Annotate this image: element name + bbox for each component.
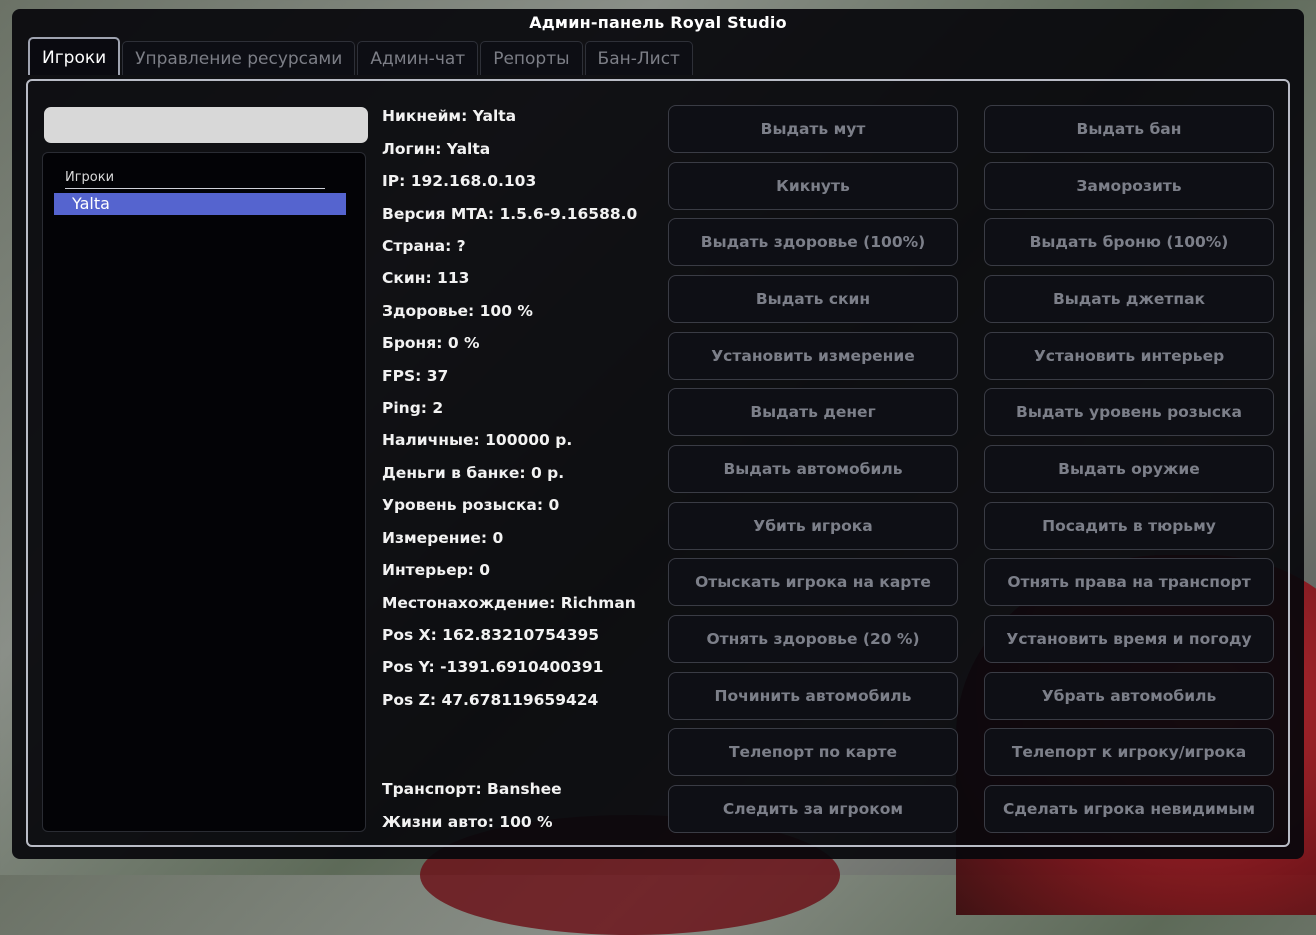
set-interior-button[interactable]: Установить интерьер <box>984 332 1274 380</box>
tab-bar: Игроки Управление ресурсами Админ-чат Ре… <box>28 37 693 75</box>
tab-resources[interactable]: Управление ресурсами <box>122 41 356 75</box>
kick-button[interactable]: Кикнуть <box>668 162 958 210</box>
info-vehicle-health: Жизни авто: 100 % <box>382 813 553 831</box>
info-interior: Интерьер: 0 <box>382 561 491 579</box>
player-search-input[interactable] <box>44 107 368 143</box>
info-pos-z: Pos Z: 47.678119659424 <box>382 691 599 709</box>
info-nickname: Никнейм: Yalta <box>382 107 517 125</box>
give-armor-button[interactable]: Выдать броню (100%) <box>984 218 1274 266</box>
take-health-button[interactable]: Отнять здоровье (20 %) <box>668 615 958 663</box>
freeze-button[interactable]: Заморозить <box>984 162 1274 210</box>
info-health: Здоровье: 100 % <box>382 302 533 320</box>
info-bank: Деньги в банке: 0 р. <box>382 464 565 482</box>
kill-player-button[interactable]: Убить игрока <box>668 502 958 550</box>
give-wanted-level-button[interactable]: Выдать уровень розыска <box>984 388 1274 436</box>
player-list-header: Игроки <box>65 170 325 189</box>
spectate-player-button[interactable]: Следить за игроком <box>668 785 958 833</box>
set-dimension-button[interactable]: Установить измерение <box>668 332 958 380</box>
info-mta-version: Версия MTA: 1.5.6-9.16588.0 <box>382 205 638 223</box>
give-vehicle-button[interactable]: Выдать автомобиль <box>668 445 958 493</box>
give-jetpack-button[interactable]: Выдать джетпак <box>984 275 1274 323</box>
revoke-license-button[interactable]: Отнять права на транспорт <box>984 558 1274 606</box>
give-mute-button[interactable]: Выдать мут <box>668 105 958 153</box>
info-ping: Ping: 2 <box>382 399 444 417</box>
admin-panel-window: Админ-панель Royal Studio Игроки Управле… <box>12 9 1304 859</box>
find-player-on-map-button[interactable]: Отыскать игрока на карте <box>668 558 958 606</box>
info-wanted-level: Уровень розыска: 0 <box>382 496 560 514</box>
info-pos-y: Pos Y: -1391.6910400391 <box>382 658 604 676</box>
info-ip: IP: 192.168.0.103 <box>382 172 537 190</box>
tab-players[interactable]: Игроки <box>28 37 121 75</box>
repair-vehicle-button[interactable]: Починить автомобиль <box>668 672 958 720</box>
tab-ban-list[interactable]: Бан-Лист <box>584 41 693 75</box>
teleport-map-button[interactable]: Телепорт по карте <box>668 728 958 776</box>
info-login: Логин: Yalta <box>382 140 491 158</box>
make-invisible-button[interactable]: Сделать игрока невидимым <box>984 785 1274 833</box>
info-country: Страна: ? <box>382 237 466 255</box>
tab-admin-chat[interactable]: Админ-чат <box>357 41 479 75</box>
remove-vehicle-button[interactable]: Убрать автомобиль <box>984 672 1274 720</box>
players-panel: Игроки Yalta Никнейм: Yalta Логин: Yalta… <box>26 79 1290 847</box>
give-weapon-button[interactable]: Выдать оружие <box>984 445 1274 493</box>
info-skin: Скин: 113 <box>382 269 470 287</box>
give-money-button[interactable]: Выдать денег <box>668 388 958 436</box>
give-ban-button[interactable]: Выдать бан <box>984 105 1274 153</box>
teleport-to-player-button[interactable]: Телепорт к игроку/игрока <box>984 728 1274 776</box>
window-title: Админ-панель Royal Studio <box>529 13 787 32</box>
give-health-button[interactable]: Выдать здоровье (100%) <box>668 218 958 266</box>
set-time-weather-button[interactable]: Установить время и погоду <box>984 615 1274 663</box>
info-vehicle: Транспорт: Banshee <box>382 780 562 798</box>
give-skin-button[interactable]: Выдать скин <box>668 275 958 323</box>
info-dimension: Измерение: 0 <box>382 529 504 547</box>
player-list-item[interactable]: Yalta <box>54 193 346 215</box>
info-fps: FPS: 37 <box>382 367 449 385</box>
tab-reports[interactable]: Репорты <box>480 41 583 75</box>
player-list[interactable]: Игроки Yalta <box>42 152 366 832</box>
info-location: Местонахождение: Richman <box>382 594 636 612</box>
info-pos-x: Pos X: 162.83210754395 <box>382 626 600 644</box>
info-armor: Броня: 0 % <box>382 334 480 352</box>
info-cash: Наличные: 100000 р. <box>382 431 573 449</box>
jail-player-button[interactable]: Посадить в тюрьму <box>984 502 1274 550</box>
